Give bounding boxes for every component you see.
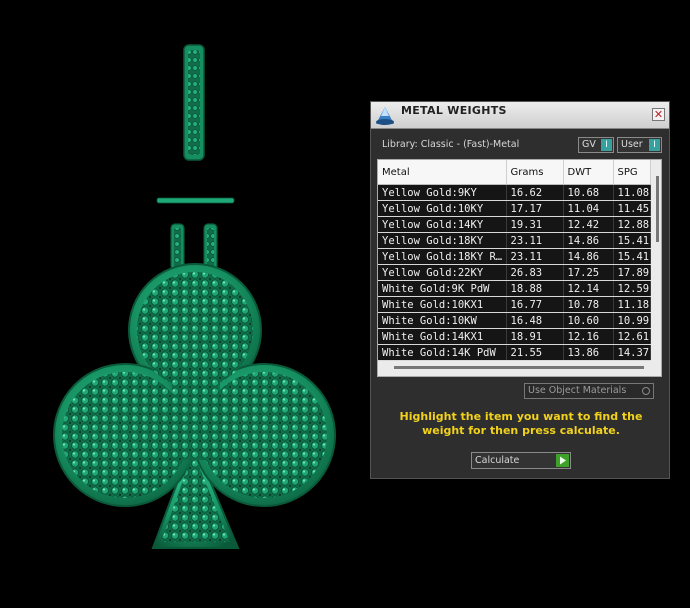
metal-name: White Gold:10KW <box>378 312 507 329</box>
table-row[interactable]: White Gold:10KW 16.48 10.60 10.99 <box>378 312 651 329</box>
dwt-cell: 11.04 <box>563 200 614 217</box>
metal-table: Metal Grams DWT SPG Yellow Gold:9KY 16.6… <box>378 160 651 361</box>
grams-cell: 16.48 <box>506 312 564 329</box>
metal-name: Yellow Gold:10KY <box>378 200 507 217</box>
spg-cell: 11.08 <box>613 184 651 201</box>
calculate-label: Calculate <box>475 455 520 466</box>
gv-toggle-label: GV <box>582 139 596 150</box>
grams-cell: 18.88 <box>506 280 564 297</box>
table-row[interactable]: Yellow Gold:10KY 17.17 11.04 11.45 <box>378 200 651 217</box>
close-icon: ✕ <box>653 108 664 121</box>
rhino-logo-icon <box>376 107 394 125</box>
metal-name: Yellow Gold:9KY <box>378 184 507 201</box>
table-row[interactable]: Yellow Gold:18KY 23.11 14.86 15.41 <box>378 232 651 249</box>
spg-cell: 12.61 <box>613 328 651 345</box>
grams-cell: 18.91 <box>506 328 564 345</box>
play-icon <box>556 454 569 467</box>
metal-name: White Gold:14K PdW <box>378 344 507 361</box>
use-object-materials-label: Use Object Materials <box>528 385 627 396</box>
metal-name: Yellow Gold:14KY <box>378 216 507 233</box>
horizontal-scrollbar[interactable] <box>394 366 644 369</box>
vertical-scrollbar[interactable] <box>656 176 659 242</box>
spg-cell: 17.89 <box>613 264 651 281</box>
spg-cell: 10.99 <box>613 312 651 329</box>
metal-weights-panel: METAL WEIGHTS ✕ Library: Classic - (Fast… <box>370 101 670 479</box>
spg-cell: 15.41 <box>613 232 651 249</box>
metal-name: White Gold:14KX1 <box>378 328 507 345</box>
grams-cell: 17.17 <box>506 200 564 217</box>
table-row[interactable]: Yellow Gold:14KY 19.31 12.42 12.88 <box>378 216 651 233</box>
table-row[interactable]: Yellow Gold:18KY R… 23.11 14.86 15.41 <box>378 248 651 265</box>
dwt-cell: 10.78 <box>563 296 614 313</box>
club-pendant-model <box>53 44 336 549</box>
metal-table-container: Metal Grams DWT SPG Yellow Gold:9KY 16.6… <box>377 159 662 377</box>
spg-cell: 12.88 <box>613 216 651 233</box>
spg-cell: 15.41 <box>613 248 651 265</box>
library-label: Library: Classic - (Fast)-Metal <box>382 139 520 150</box>
spg-cell: 11.45 <box>613 200 651 217</box>
dwt-cell: 10.60 <box>563 312 614 329</box>
user-toggle[interactable]: User I <box>617 137 662 153</box>
gv-toggle[interactable]: GV I <box>578 137 614 153</box>
dwt-cell: 12.42 <box>563 216 614 233</box>
close-button[interactable]: ✕ <box>652 108 665 121</box>
grams-cell: 19.31 <box>506 216 564 233</box>
instructions-text: Highlight the item you want to find the … <box>399 410 643 437</box>
user-toggle-label: User <box>621 139 643 150</box>
dwt-cell: 13.86 <box>563 344 614 361</box>
3d-viewport[interactable] <box>0 0 360 604</box>
dwt-cell: 14.86 <box>563 232 614 249</box>
column-header-dwt[interactable]: DWT <box>563 160 614 185</box>
metal-name: Yellow Gold:22KY <box>378 264 507 281</box>
radio-icon <box>642 387 650 395</box>
metal-name: Yellow Gold:18KY <box>378 232 507 249</box>
grams-cell: 16.62 <box>506 184 564 201</box>
table-row[interactable]: White Gold:14KX1 18.91 12.16 12.61 <box>378 328 651 345</box>
dwt-cell: 14.86 <box>563 248 614 265</box>
spg-cell: 12.59 <box>613 280 651 297</box>
grams-cell: 23.11 <box>506 232 564 249</box>
metal-name: White Gold:9K PdW <box>378 280 507 297</box>
grams-cell: 16.77 <box>506 296 564 313</box>
table-header-row: Metal Grams DWT SPG <box>378 160 651 185</box>
gv-toggle-knob: I <box>601 139 612 151</box>
dwt-cell: 17.25 <box>563 264 614 281</box>
column-header-metal[interactable]: Metal <box>378 160 507 185</box>
dwt-cell: 12.14 <box>563 280 614 297</box>
table-row[interactable]: White Gold:9K PdW 18.88 12.14 12.59 <box>378 280 651 297</box>
dwt-cell: 12.16 <box>563 328 614 345</box>
table-row[interactable]: Yellow Gold:22KY 26.83 17.25 17.89 <box>378 264 651 281</box>
spg-cell: 14.37 <box>613 344 651 361</box>
column-header-grams[interactable]: Grams <box>506 160 564 185</box>
panel-title: METAL WEIGHTS <box>401 104 507 117</box>
spg-cell: 11.18 <box>613 296 651 313</box>
grams-cell: 23.11 <box>506 248 564 265</box>
panel-titlebar[interactable]: METAL WEIGHTS ✕ <box>371 102 669 129</box>
grams-cell: 26.83 <box>506 264 564 281</box>
grams-cell: 21.55 <box>506 344 564 361</box>
column-header-spg[interactable]: SPG <box>613 160 651 185</box>
calculate-button[interactable]: Calculate <box>471 452 571 469</box>
dwt-cell: 10.68 <box>563 184 614 201</box>
table-row[interactable]: White Gold:14K PdW 21.55 13.86 14.37 <box>378 344 651 361</box>
metal-name: Yellow Gold:18KY R… <box>378 248 507 265</box>
metal-name: White Gold:10KX1 <box>378 296 507 313</box>
table-row[interactable]: White Gold:10KX1 16.77 10.78 11.18 <box>378 296 651 313</box>
table-row[interactable]: Yellow Gold:9KY 16.62 10.68 11.08 <box>378 184 651 201</box>
user-toggle-knob: I <box>649 139 660 151</box>
use-object-materials-option[interactable]: Use Object Materials <box>524 383 654 399</box>
